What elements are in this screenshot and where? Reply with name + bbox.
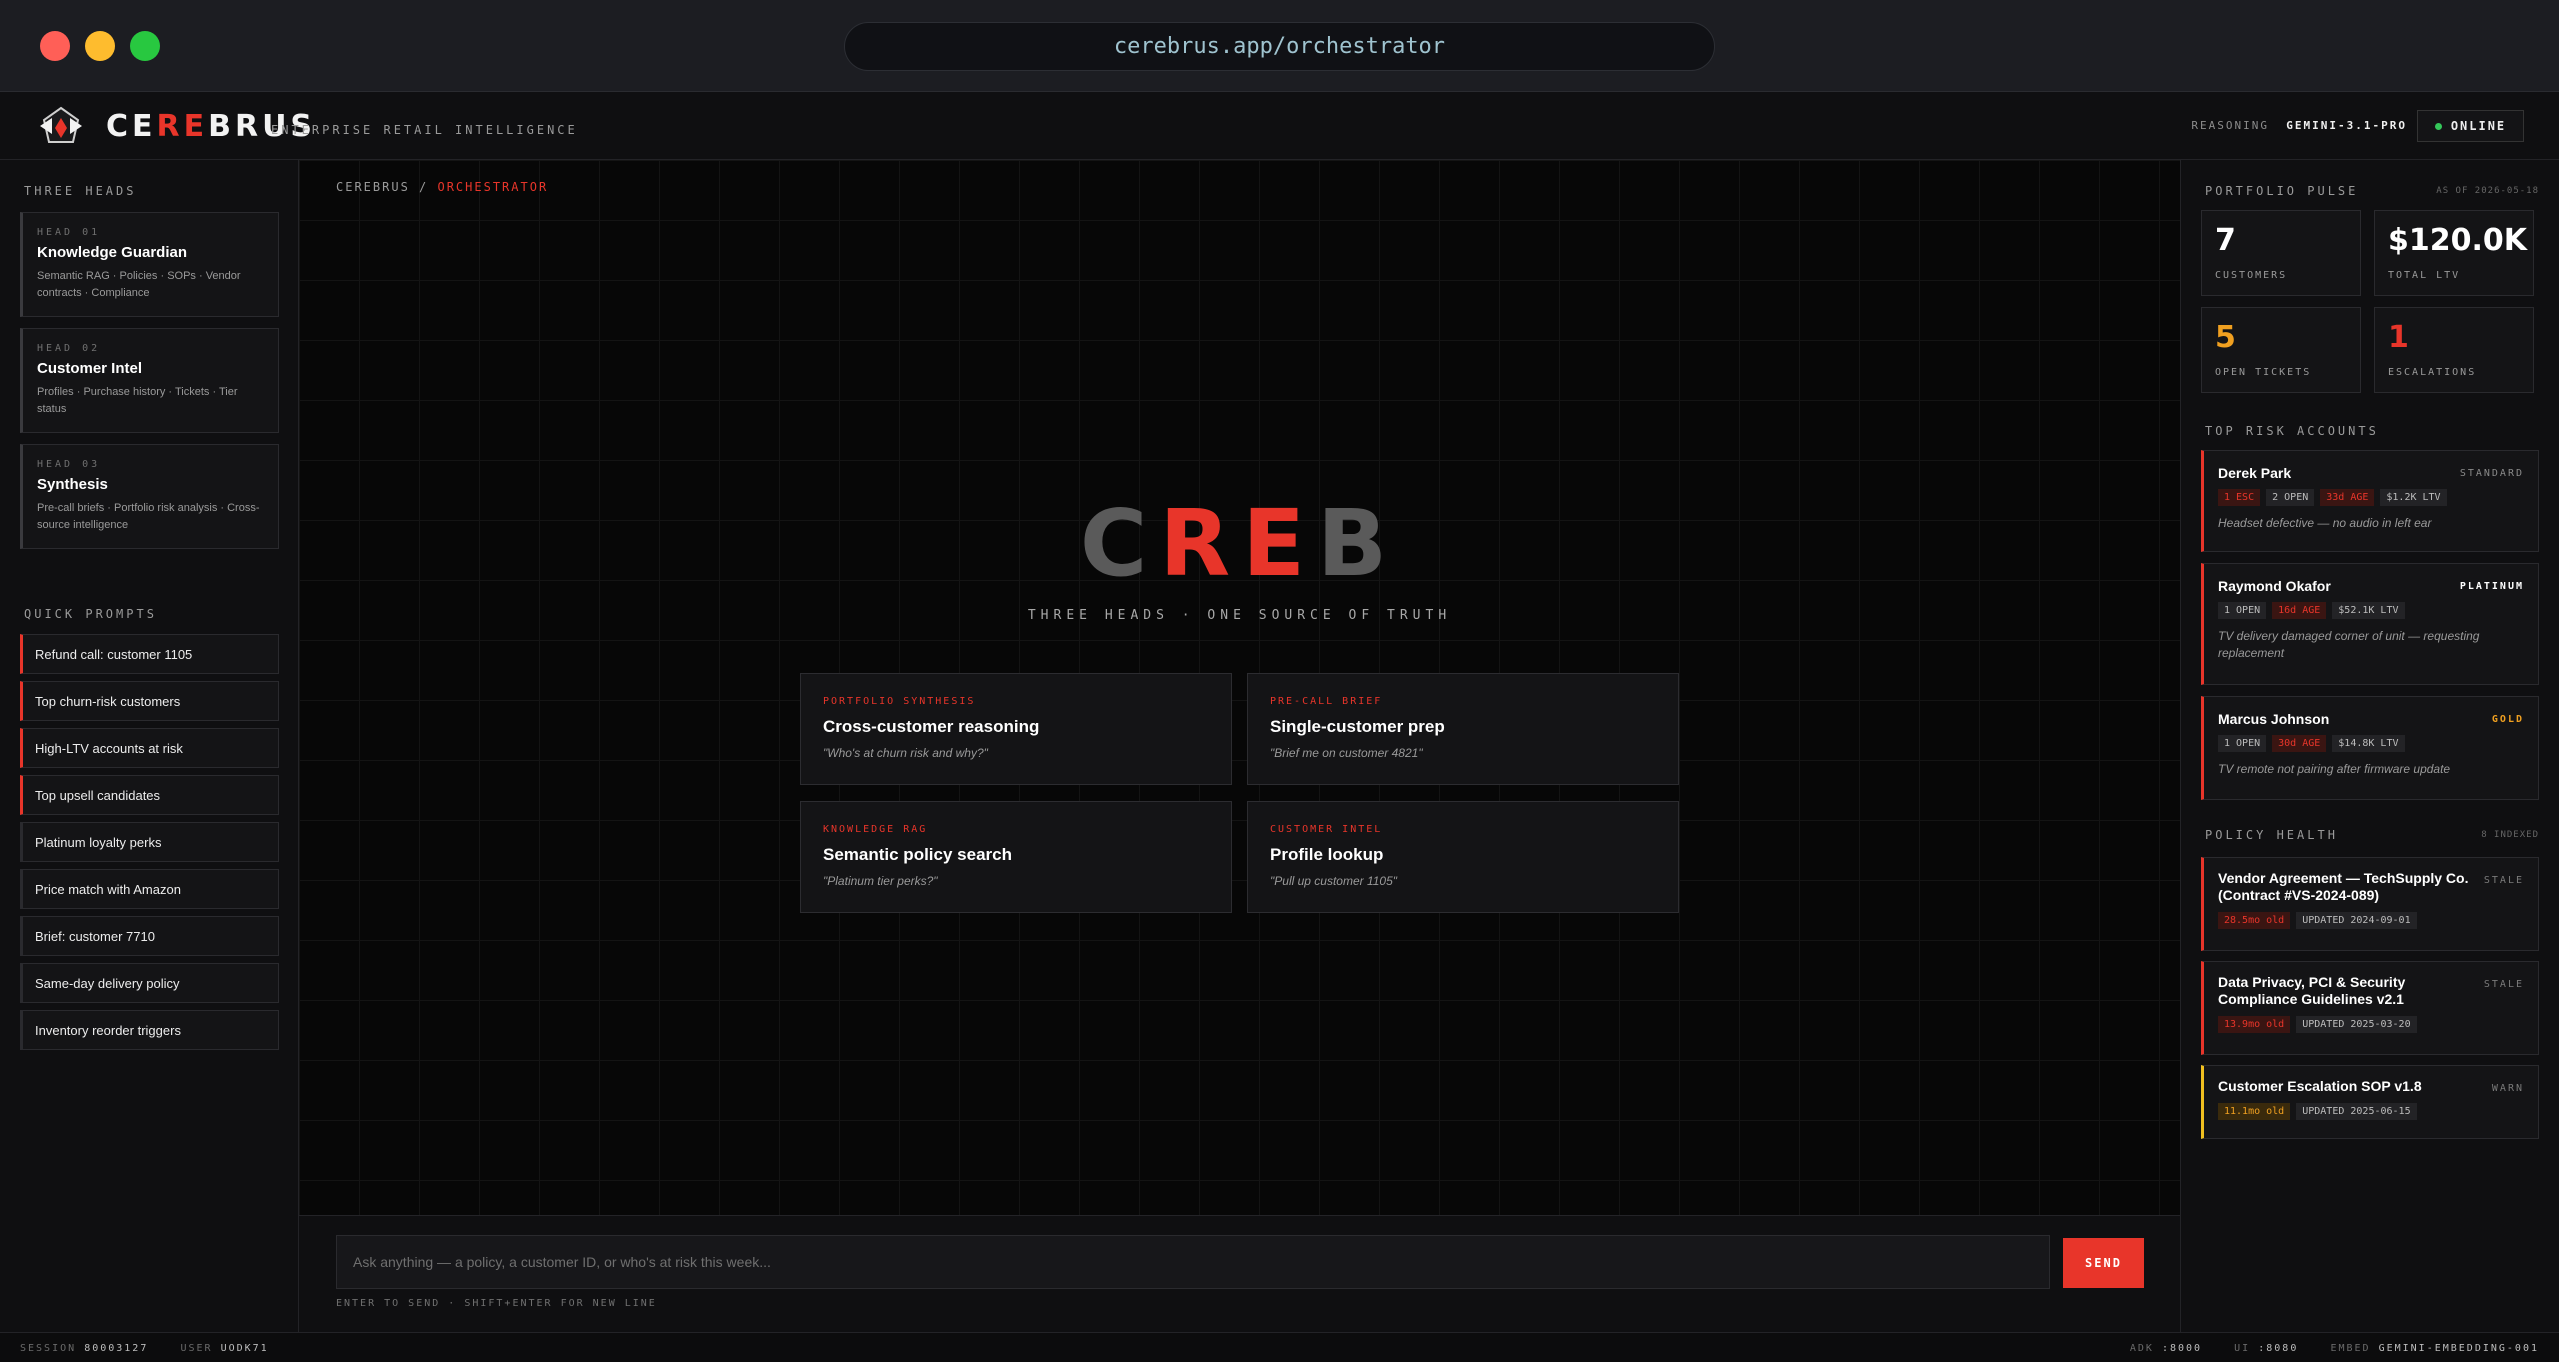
age-chip: 30d AGE [2272, 735, 2327, 752]
kpi-total-ltv: $120.0K TOTAL LTV [2374, 210, 2534, 296]
risk-account-card[interactable]: Marcus Johnson GOLD 1 OPEN 30d AGE $14.8… [2201, 696, 2539, 800]
head-card-customer-intel[interactable]: HEAD 02 Customer Intel Profiles · Purcha… [20, 328, 279, 433]
quick-prompt-button[interactable]: Platinum loyalty perks [20, 822, 279, 862]
risk-account-card[interactable]: Raymond Okafor PLATINUM 1 OPEN 16d AGE $… [2201, 563, 2539, 685]
policy-status-badge: STALE [2483, 979, 2524, 990]
send-button[interactable]: SEND [2063, 1238, 2144, 1288]
quick-prompt-button[interactable]: Inventory reorder triggers [20, 1010, 279, 1050]
as-of-date: AS OF 2026-05-18 [2436, 186, 2539, 196]
kpi-escalations: 1 ESCALATIONS [2374, 307, 2534, 393]
cerberus-logo-icon [40, 106, 82, 143]
close-window-button[interactable] [40, 31, 70, 61]
address-bar[interactable]: cerebrus.app/orchestrator [844, 22, 1715, 71]
ltv-chip: $52.1K LTV [2332, 602, 2405, 619]
hero-tagline: THREE HEADS · ONE SOURCE OF TRUTH [1027, 608, 1452, 623]
kpi-open-tickets: 5 OPEN TICKETS [2201, 307, 2361, 393]
policy-updated-chip: UPDATED 2025-03-20 [2296, 1016, 2417, 1033]
reasoning-model-indicator: REASONING GEMINI-3.1-PRO [2191, 119, 2407, 132]
right-sidebar: PORTFOLIO PULSE AS OF 2026-05-18 7 CUSTO… [2180, 160, 2559, 1332]
policy-age-chip: 11.1mo old [2218, 1103, 2291, 1120]
brand-subtitle: ENTERPRISE RETAIL INTELLIGENCE [271, 123, 578, 137]
policy-updated-chip: UPDATED 2024-09-01 [2296, 912, 2417, 929]
hero-wordmark: CREB [1079, 490, 1400, 597]
composer: Ask anything — a policy, a customer ID, … [299, 1215, 2180, 1332]
open-tickets-chip: 2 OPEN [2266, 489, 2315, 506]
policy-status-badge: STALE [2483, 875, 2524, 886]
ltv-chip: $1.2K LTV [2380, 489, 2447, 506]
chat-input[interactable]: Ask anything — a policy, a customer ID, … [336, 1235, 2050, 1289]
ltv-chip: $14.8K LTV [2332, 735, 2405, 752]
quick-prompt-button[interactable]: Top churn-risk customers [20, 681, 279, 721]
browser-chrome: cerebrus.app/orchestrator [0, 0, 2559, 92]
left-sidebar: THREE HEADS HEAD 01 Knowledge Guardian S… [0, 160, 299, 1332]
service-info: ADK :8000 UI :8080 EMBED GEMINI-EMBEDDIN… [2129, 1343, 2539, 1354]
head-card-knowledge-guardian[interactable]: HEAD 01 Knowledge Guardian Semantic RAG … [20, 212, 279, 317]
policy-age-chip: 13.9mo old [2218, 1016, 2291, 1033]
session-info: SESSION 80003127 USER UODK71 [20, 1343, 269, 1354]
kpi-customers: 7 CUSTOMERS [2201, 210, 2361, 296]
quick-prompt-button[interactable]: Same-day delivery policy [20, 963, 279, 1003]
quick-prompt-button[interactable]: Price match with Amazon [20, 869, 279, 909]
quick-prompt-button[interactable]: Refund call: customer 1105 [20, 634, 279, 674]
policy-card[interactable]: Vendor Agreement — TechSupply Co. (Contr… [2201, 857, 2539, 951]
quick-prompt-button[interactable]: High-LTV accounts at risk [20, 728, 279, 768]
tier-badge: GOLD [2491, 714, 2524, 725]
age-chip: 16d AGE [2272, 602, 2327, 619]
tier-badge: PLATINUM [2459, 581, 2524, 592]
online-status-badge: ONLINE [2417, 110, 2524, 142]
feature-card-knowledge-rag[interactable]: KNOWLEDGE RAG Semantic policy search "Pl… [800, 801, 1232, 913]
portfolio-pulse-title: PORTFOLIO PULSE [2205, 184, 2359, 198]
quick-prompt-button[interactable]: Brief: customer 7710 [20, 916, 279, 956]
input-hint: ENTER TO SEND · SHIFT+ENTER FOR NEW LINE [336, 1298, 657, 1309]
breadcrumb: CEREBRUS / ORCHESTRATOR [336, 180, 549, 194]
risk-account-card[interactable]: Derek Park STANDARD 1 ESC 2 OPEN 33d AGE… [2201, 450, 2539, 552]
feature-card-portfolio-synthesis[interactable]: PORTFOLIO SYNTHESIS Cross-customer reaso… [800, 673, 1232, 785]
escalation-chip: 1 ESC [2218, 489, 2261, 506]
policy-indexed-count: 8 INDEXED [2481, 830, 2539, 840]
quick-prompts-title: QUICK PROMPTS [24, 607, 157, 621]
age-chip: 33d AGE [2320, 489, 2375, 506]
policy-card[interactable]: Customer Escalation SOP v1.8 WARN 11.1mo… [2201, 1065, 2539, 1139]
status-dot-icon [2434, 122, 2442, 130]
main-canvas: CEREBRUS / ORCHESTRATOR CREB THREE HEADS… [299, 160, 2180, 1215]
feature-card-customer-intel[interactable]: CUSTOMER INTEL Profile lookup "Pull up c… [1247, 801, 1679, 913]
quick-prompt-button[interactable]: Top upsell candidates [20, 775, 279, 815]
policy-status-badge: WARN [2491, 1083, 2524, 1094]
head-card-synthesis[interactable]: HEAD 03 Synthesis Pre-call briefs · Port… [20, 444, 279, 549]
policy-updated-chip: UPDATED 2025-06-15 [2296, 1103, 2417, 1120]
minimize-window-button[interactable] [85, 31, 115, 61]
top-risk-accounts-title: TOP RISK ACCOUNTS [2205, 424, 2379, 438]
policy-age-chip: 28.5mo old [2218, 912, 2291, 929]
app-header: CEREBRUS ENTERPRISE RETAIL INTELLIGENCE … [0, 92, 2559, 160]
open-tickets-chip: 1 OPEN [2218, 735, 2267, 752]
maximize-window-button[interactable] [130, 31, 160, 61]
status-bar: SESSION 80003127 USER UODK71 ADK :8000 U… [0, 1332, 2559, 1362]
feature-card-pre-call-brief[interactable]: PRE-CALL BRIEF Single-customer prep "Bri… [1247, 673, 1679, 785]
three-heads-title: THREE HEADS [24, 184, 137, 198]
policy-health-title: POLICY HEALTH [2205, 828, 2338, 842]
tier-badge: STANDARD [2459, 468, 2524, 479]
open-tickets-chip: 1 OPEN [2218, 602, 2267, 619]
policy-card[interactable]: Data Privacy, PCI & Security Compliance … [2201, 961, 2539, 1055]
